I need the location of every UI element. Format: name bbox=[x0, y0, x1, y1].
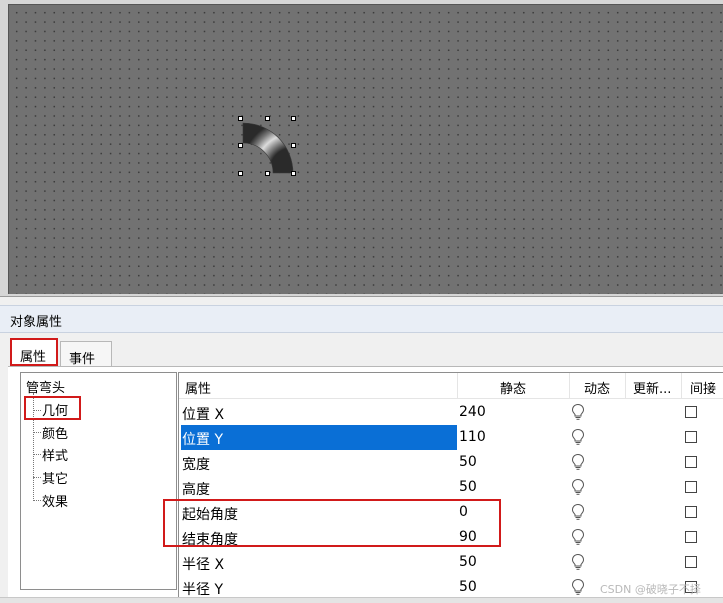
property-value-cell[interactable]: 110 bbox=[458, 425, 570, 450]
lightbulb-icon[interactable] bbox=[571, 528, 585, 546]
watermark: CSDN @破晓子不择 bbox=[600, 583, 701, 596]
property-value-cell[interactable]: 50 bbox=[458, 475, 570, 500]
grid-header: 属性 静态 动态 更新... 间接 bbox=[179, 373, 723, 399]
canvas-frame bbox=[0, 0, 723, 297]
lightbulb-icon[interactable] bbox=[571, 503, 585, 521]
bottom-toolbar-strip bbox=[0, 597, 723, 603]
tree-item-effects[interactable]: 效果 bbox=[42, 491, 68, 511]
indirect-checkbox[interactable] bbox=[685, 506, 697, 518]
resize-handle-se[interactable] bbox=[291, 171, 296, 176]
app-root: 对象属性 属性 事件 管弯头 几何 颜色 样式 其它 效果 属性 静态 动态 更… bbox=[0, 0, 723, 603]
lightbulb-icon[interactable] bbox=[571, 578, 585, 596]
tab-events[interactable]: 事件 bbox=[60, 341, 112, 367]
resize-handle-ne[interactable] bbox=[291, 116, 296, 121]
property-value-cell[interactable]: 50 bbox=[458, 450, 570, 475]
table-row[interactable]: 位置 Y 110 bbox=[179, 425, 723, 450]
property-value-cell[interactable]: 240 bbox=[458, 400, 570, 425]
annotation-box-angles bbox=[163, 499, 501, 547]
resize-handle-n[interactable] bbox=[265, 116, 270, 121]
lightbulb-icon[interactable] bbox=[571, 428, 585, 446]
column-header-property[interactable]: 属性 bbox=[179, 373, 458, 399]
table-row[interactable]: 高度 50 bbox=[179, 475, 723, 500]
property-grid: 属性 静态 动态 更新... 间接 位置 X 240 位置 Y 110 宽度 50 高度 50… bbox=[178, 372, 723, 598]
column-header-update[interactable]: 更新... bbox=[626, 373, 682, 399]
lightbulb-icon[interactable] bbox=[571, 478, 585, 496]
property-value-cell[interactable]: 50 bbox=[458, 575, 570, 598]
column-header-indirect[interactable]: 间接 bbox=[682, 373, 723, 399]
table-row[interactable]: 半径 X 50 bbox=[179, 550, 723, 575]
pipe-elbow-object[interactable] bbox=[237, 115, 299, 179]
resize-handle-nw[interactable] bbox=[238, 116, 243, 121]
lightbulb-icon[interactable] bbox=[571, 553, 585, 571]
tree-item-style[interactable]: 样式 bbox=[42, 445, 68, 465]
table-row[interactable]: 位置 X 240 bbox=[179, 400, 723, 425]
category-tree: 管弯头 几何 颜色 样式 其它 效果 bbox=[20, 372, 177, 590]
tab-properties[interactable]: 属性 bbox=[10, 338, 58, 366]
lightbulb-icon[interactable] bbox=[571, 453, 585, 471]
property-name-cell[interactable]: 高度 bbox=[181, 475, 457, 500]
resize-handle-e[interactable] bbox=[291, 143, 296, 148]
tree-connector bbox=[33, 477, 41, 478]
resize-handle-w[interactable] bbox=[238, 143, 243, 148]
tree-connector bbox=[33, 500, 41, 501]
tree-item-other[interactable]: 其它 bbox=[42, 468, 68, 488]
indirect-checkbox[interactable] bbox=[685, 431, 697, 443]
property-value-cell[interactable]: 50 bbox=[458, 550, 570, 575]
column-header-static[interactable]: 静态 bbox=[458, 373, 570, 399]
indirect-checkbox[interactable] bbox=[685, 556, 697, 568]
resize-handle-s[interactable] bbox=[265, 171, 270, 176]
lightbulb-icon[interactable] bbox=[571, 403, 585, 421]
tree-connector bbox=[33, 432, 41, 433]
indirect-checkbox[interactable] bbox=[685, 531, 697, 543]
property-name-cell[interactable]: 半径 Y bbox=[181, 575, 457, 598]
indirect-checkbox[interactable] bbox=[685, 456, 697, 468]
property-name-cell[interactable]: 位置 Y bbox=[181, 425, 457, 450]
column-header-dynamic[interactable]: 动态 bbox=[570, 373, 626, 399]
property-name-cell[interactable]: 位置 X bbox=[181, 400, 457, 425]
indirect-checkbox[interactable] bbox=[685, 406, 697, 418]
table-row[interactable]: 宽度 50 bbox=[179, 450, 723, 475]
property-name-cell[interactable]: 半径 X bbox=[181, 550, 457, 575]
property-name-cell[interactable]: 宽度 bbox=[181, 450, 457, 475]
design-canvas[interactable] bbox=[8, 4, 723, 294]
pipe-elbow-shape bbox=[242, 122, 294, 174]
resize-handle-sw[interactable] bbox=[238, 171, 243, 176]
tree-connector bbox=[33, 454, 41, 455]
tree-root-pipe-elbow[interactable]: 管弯头 bbox=[26, 377, 65, 396]
indirect-checkbox[interactable] bbox=[685, 481, 697, 493]
tree-item-color[interactable]: 颜色 bbox=[42, 423, 68, 443]
annotation-box-geometry bbox=[24, 396, 81, 420]
object-properties-title: 对象属性 bbox=[0, 305, 723, 333]
